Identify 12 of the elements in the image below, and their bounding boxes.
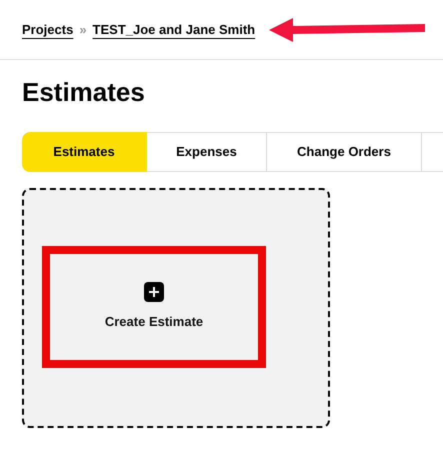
create-estimate-card[interactable]: Create Estimate <box>22 188 330 428</box>
tab[interactable]: Expenses <box>147 132 267 172</box>
page-title: Estimates <box>21 76 146 108</box>
tab[interactable]: Change Orders <box>267 132 422 172</box>
arrow-icon <box>269 18 428 42</box>
tab[interactable] <box>422 132 443 172</box>
breadcrumb-link[interactable]: TEST_Joe and Jane Smith <box>92 20 256 40</box>
create-estimate-label: Create Estimate <box>104 313 204 332</box>
breadcrumb-separator: » <box>79 20 87 39</box>
tab[interactable]: Estimates <box>22 132 147 172</box>
plus-icon <box>144 282 164 302</box>
breadcrumb-link[interactable]: Projects <box>22 20 74 40</box>
